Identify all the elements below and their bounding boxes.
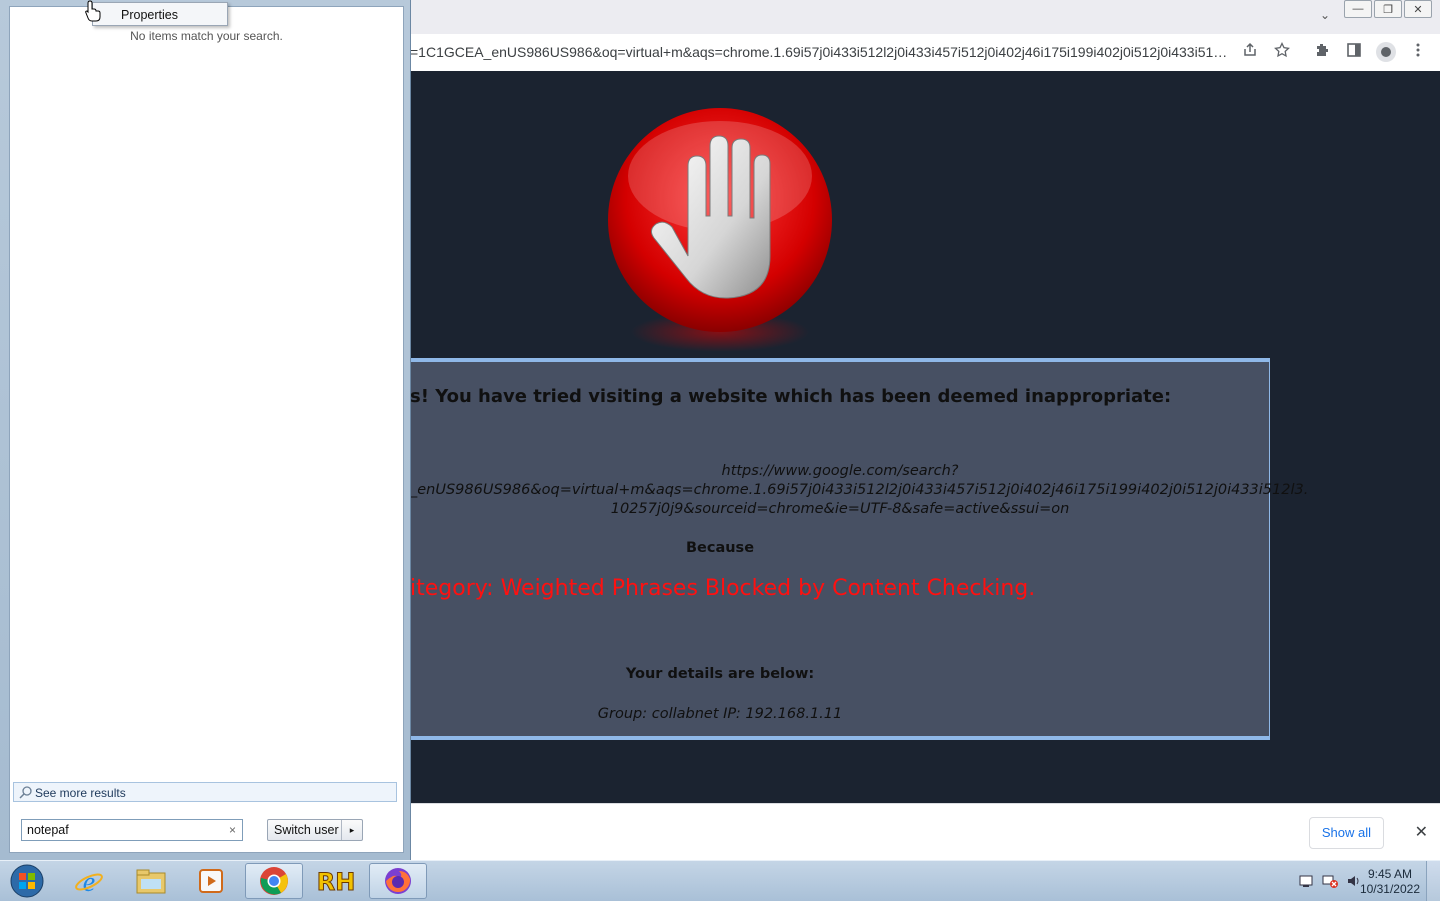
network-disconnected-icon[interactable] xyxy=(1322,873,1338,889)
window-controls: — ❐ ✕ xyxy=(1344,0,1432,18)
minimize-button[interactable]: — xyxy=(1344,0,1372,18)
switch-user-button[interactable]: Switch user ▸ xyxy=(267,819,363,841)
block-message-panel: s! You have tried visiting a website whi… xyxy=(400,358,1309,740)
bookmark-star-icon[interactable] xyxy=(1272,41,1292,62)
start-orb-button[interactable] xyxy=(2,863,52,899)
windows-start-icon xyxy=(10,864,44,898)
system-tray xyxy=(1298,873,1362,889)
see-more-results-label: See more results xyxy=(35,786,126,800)
context-menu: Properties xyxy=(92,2,228,26)
start-search-input[interactable]: notepaf × xyxy=(21,819,243,841)
start-menu: No items match your search. See more res… xyxy=(0,0,411,860)
clock-time: 9:45 AM xyxy=(1367,867,1412,881)
action-center-icon[interactable] xyxy=(1298,873,1314,889)
switch-user-label: Switch user xyxy=(274,823,339,837)
share-icon[interactable] xyxy=(1240,42,1260,62)
stop-hand-icon xyxy=(608,108,832,332)
taskbar-chrome[interactable] xyxy=(245,863,303,899)
taskbar-internet-explorer[interactable]: e xyxy=(60,863,118,899)
close-button[interactable]: ✕ xyxy=(1404,0,1432,18)
see-more-results-link[interactable]: See more results xyxy=(13,782,397,802)
blocked-url-line: _enUS986US986&oq=virtual+m&aqs=chrome.1.… xyxy=(410,482,1309,498)
no-results-text: No items match your search. xyxy=(130,29,283,43)
more-menu-icon[interactable] xyxy=(1408,42,1428,62)
hand-cursor-icon xyxy=(85,0,101,22)
svg-text:RH: RH xyxy=(318,868,354,896)
clock-date: 10/31/2022 xyxy=(1359,882,1420,896)
taskbar-media-player[interactable] xyxy=(182,863,240,899)
block-reason: itegory: Weighted Phrases Blocked by Con… xyxy=(410,576,1036,601)
taskbar-firefox[interactable] xyxy=(369,863,427,899)
blocked-url-line: https://www.google.com/search? xyxy=(721,463,959,479)
taskbar-rh-app[interactable]: RH xyxy=(307,863,365,899)
switch-user-arrow-icon[interactable]: ▸ xyxy=(341,820,362,840)
internet-explorer-icon: e xyxy=(75,867,103,896)
because-label: Because xyxy=(685,540,755,556)
start-menu-results: No items match your search. See more res… xyxy=(9,6,404,853)
side-panel-icon[interactable] xyxy=(1344,42,1364,62)
show-desktop-button[interactable] xyxy=(1426,861,1440,901)
show-all-button[interactable]: Show all xyxy=(1308,817,1384,849)
blocked-url: https://www.google.com/search? _enUS986U… xyxy=(410,462,1309,519)
search-input-value: notepaf xyxy=(27,823,69,837)
rh-app-icon: RH xyxy=(318,868,354,897)
media-player-icon xyxy=(199,869,223,893)
folder-icon xyxy=(136,869,166,894)
restore-button[interactable]: ❐ xyxy=(1374,0,1402,18)
block-headline: s! You have tried visiting a website whi… xyxy=(410,386,1172,407)
chrome-icon xyxy=(260,867,288,895)
svg-text:e: e xyxy=(83,867,95,896)
profile-icon[interactable] xyxy=(1376,42,1396,62)
clock[interactable]: 9:45 AM 10/31/2022 xyxy=(1360,867,1420,897)
search-icon xyxy=(19,786,32,799)
taskbar-windows-explorer[interactable] xyxy=(122,863,180,899)
address-bar[interactable]: =1C1GCEA_enUS986US986&oq=virtual+m&aqs=c… xyxy=(410,40,1232,64)
context-menu-properties[interactable]: Properties xyxy=(121,8,178,22)
clear-search-icon[interactable]: × xyxy=(229,820,236,840)
details-heading: Your details are below: xyxy=(625,666,815,682)
extensions-icon[interactable] xyxy=(1312,42,1332,62)
download-bar-close-icon[interactable]: ✕ xyxy=(1415,822,1428,842)
firefox-icon xyxy=(385,868,411,894)
user-details: Group: collabnet IP: 192.168.1.11 xyxy=(597,706,843,722)
taskbar: e RH 9:45 AM 10/31/2022 xyxy=(0,860,1440,901)
tab-search-dropdown[interactable]: ⌄ xyxy=(1320,8,1330,22)
blocked-url-line: 10257j0j9&sourceid=chrome&ie=UTF-8&safe=… xyxy=(610,501,1070,517)
